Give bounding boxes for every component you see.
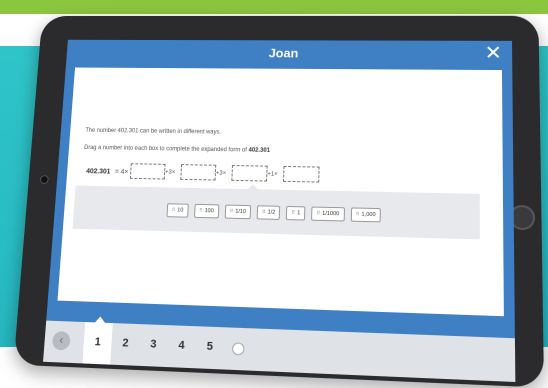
tile-label: 10 — [177, 207, 184, 214]
drop-box-1[interactable] — [129, 163, 166, 180]
tile-one-tenth[interactable]: ⠿ 1/10 — [224, 204, 252, 220]
tile-label: 1/1000 — [322, 210, 340, 218]
tile-1000[interactable]: ⠿ 1,000 — [350, 207, 381, 223]
drop-box-4[interactable] — [283, 165, 320, 183]
tile-100[interactable]: ⠿ 100 — [193, 203, 220, 219]
drop-box-2[interactable] — [180, 164, 217, 181]
operator-3: +1× — [267, 171, 278, 178]
page-5[interactable]: 5 — [194, 326, 224, 369]
drag-handle-icon: ⠿ — [316, 210, 321, 217]
operator-1: +3× — [164, 169, 176, 176]
drag-handle-icon: ⠿ — [261, 209, 266, 216]
next-button[interactable] — [231, 342, 245, 356]
previous-button[interactable]: ‹ — [51, 331, 71, 351]
page-2[interactable]: 2 — [110, 323, 140, 366]
tile-label: 1/2 — [267, 209, 276, 216]
question-prompt: The number 402.301 can be written in dif… — [85, 127, 222, 136]
drag-handle-icon: ⠿ — [229, 208, 234, 215]
tile-tray: ⠿ 10 ⠿ 100 ⠿ 1/10 ⠿ 1/2 ⠿ 1 ⠿ 1/1000 ⠿ 1,000 — [72, 184, 480, 240]
tile-label: 1/10 — [235, 208, 247, 216]
tray-pointer — [246, 184, 259, 191]
drag-handle-icon: ⠿ — [198, 207, 203, 215]
drag-handle-icon: ⠿ — [171, 207, 176, 214]
camera-icon — [39, 175, 49, 185]
equals-prefix: = 4× — [114, 168, 129, 176]
drag-handle-icon: ⠿ — [355, 211, 360, 218]
question-panel: The number 402.301 can be written in dif… — [57, 67, 504, 317]
tile-one-half[interactable]: ⠿ 1/2 — [256, 205, 281, 220]
drag-handle-icon: ⠿ — [291, 210, 296, 217]
tile-label: 1 — [297, 210, 301, 217]
target-number: 402.301 — [85, 168, 111, 176]
page-1[interactable]: 1 — [82, 322, 113, 365]
tablet-frame: Joan ✕ The number 402.301 can be written… — [13, 15, 545, 388]
instruction-text: Drag a number into each box to complete … — [83, 145, 247, 154]
drop-box-3[interactable] — [231, 165, 268, 182]
student-name-title: Joan — [268, 45, 299, 61]
tile-label: 1,000 — [361, 211, 376, 219]
question-navigation: ‹ 1 2 3 4 5 — [43, 320, 516, 382]
tablet-screen: Joan ✕ The number 402.301 can be written… — [43, 39, 516, 382]
tile-label: 100 — [204, 208, 214, 215]
modal-header: Joan ✕ — [66, 40, 512, 68]
page-list: 1 2 3 4 5 — [82, 322, 225, 369]
tile-one-thousandth[interactable]: ⠿ 1/1000 — [311, 206, 345, 222]
top-green-band — [0, 0, 548, 14]
page-3[interactable]: 3 — [138, 324, 168, 367]
operator-2: +3× — [215, 170, 227, 177]
tile-list: ⠿ 10 ⠿ 100 ⠿ 1/10 ⠿ 1/2 ⠿ 1 ⠿ 1/1000 ⠿ 1,000 — [166, 203, 381, 223]
close-button[interactable]: ✕ — [485, 43, 502, 64]
tile-1[interactable]: ⠿ 1 — [286, 205, 306, 221]
tablet-stage: Joan ✕ The number 402.301 can be written… — [13, 15, 545, 388]
question-instruction: Drag a number into each box to complete … — [84, 145, 270, 154]
instruction-number: 402.301 — [248, 147, 271, 154]
tile-10[interactable]: ⠿ 10 — [166, 203, 189, 218]
